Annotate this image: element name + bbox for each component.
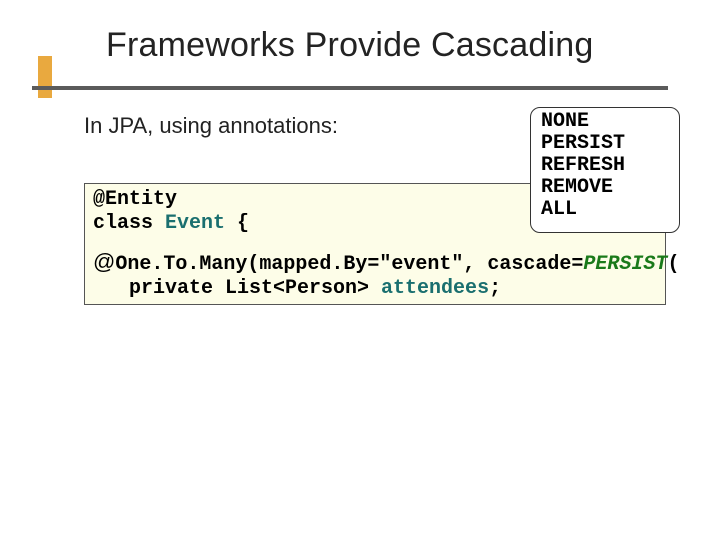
- annotation-onetomany: One.To.Many(mapped.By="event", cascade=: [115, 253, 583, 276]
- semicolon: ;: [489, 277, 501, 300]
- enum-refresh: REFRESH: [541, 155, 669, 177]
- cascade-value: PERSIST: [583, 253, 667, 276]
- enum-remove: REMOVE: [541, 177, 669, 199]
- slide-title: Frameworks Provide Cascading: [106, 26, 593, 65]
- code-line-3: @One.To.Many(mapped.By="event", cascade=…: [93, 250, 657, 277]
- slide-subtitle: In JPA, using annotations:: [84, 113, 338, 139]
- class-name: Event: [165, 212, 225, 235]
- enum-none: NONE: [541, 111, 669, 133]
- at-sign: @: [93, 249, 115, 274]
- code-line-4: private List<Person> attendees;: [93, 277, 657, 301]
- field-name: attendees: [381, 277, 489, 300]
- paren: (: [667, 253, 679, 276]
- kw-class: class: [93, 212, 165, 235]
- title-underline: [32, 86, 668, 90]
- cascade-enum-box: NONE PERSIST REFRESH REMOVE ALL: [530, 107, 680, 233]
- field-decl: private List<Person>: [93, 277, 381, 300]
- brace-open: {: [225, 212, 249, 235]
- enum-all: ALL: [541, 199, 669, 221]
- enum-persist: PERSIST: [541, 133, 669, 155]
- accent-square: [38, 56, 52, 98]
